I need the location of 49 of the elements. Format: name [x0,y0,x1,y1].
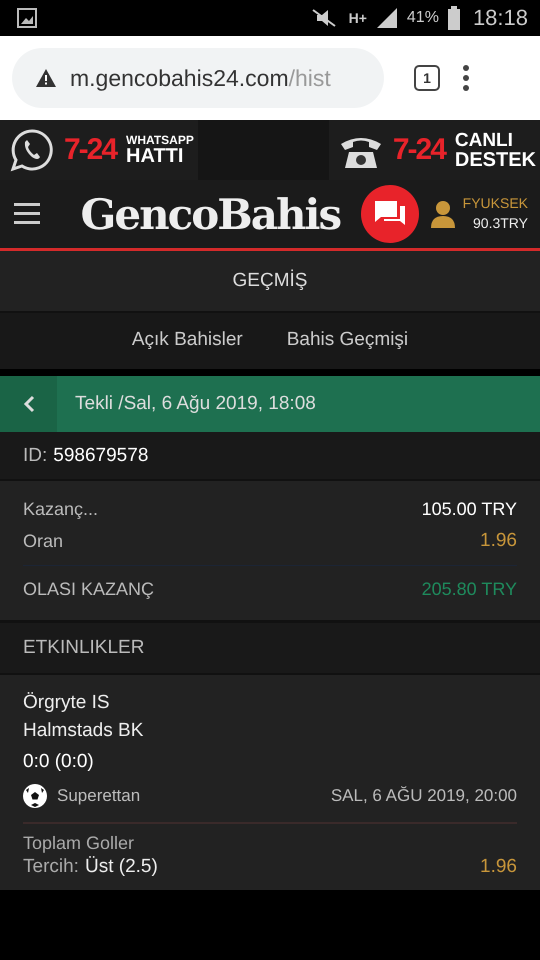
pick-label: Tercih: [23,856,79,878]
pick-value: Üst (2.5) [84,856,158,878]
tab[interactable]: Bahis Geçmişi [286,313,408,369]
promo-bottom-text: DESTEK [454,150,536,170]
more-menu-icon[interactable] [462,65,470,91]
summary-label: Oran [23,530,64,552]
market-name: Toplam Goller [23,832,136,855]
league-name: Superettan [57,786,140,806]
pick-odds: 1.96 [480,856,517,878]
network-type: H+ [348,10,367,26]
summary-label: OLASI KAZANÇ [23,578,154,600]
address-bar[interactable]: m.gencobahis24.com/hist [12,48,384,108]
chat-icon [374,201,405,227]
promo-number: 7-24 [392,133,445,167]
score: 0:0 (0:0) [23,750,95,774]
away-team: Halmstads BK [23,719,144,743]
section-title: ETKINLIKLER [0,623,540,675]
page-title: GEÇMİŞ [0,251,540,313]
soccer-ball-icon [23,784,47,808]
user-icon[interactable] [430,200,455,228]
url-host: m.gencobahis24.com [70,64,289,90]
summary-value: 1.96 [480,530,517,552]
battery-percent: 41% [406,9,439,27]
bet-id: 598679578 [53,444,148,466]
url-path: /hist [288,64,331,90]
summary-value: 105.00 TRY [422,498,517,520]
promo-bottom-text: HATTI [126,146,184,166]
site-logo[interactable]: GencoBahis [60,190,361,238]
chat-bubble-icon [10,128,54,172]
username: FYUKSEK [462,194,528,214]
chevron-left-icon [22,395,34,413]
signal-icon [374,6,399,30]
tab[interactable]: Açık Bahisler [132,313,243,369]
match-date: SAL, 6 AĞU 2019, 20:00 [330,786,517,806]
gallery-icon [16,7,38,29]
summary-value: 205.80 TRY [422,578,517,600]
promo-top-text: WHATSAPP [126,134,194,146]
battery-icon [446,6,461,30]
tab-count-button[interactable]: 1 [414,65,440,91]
home-team: Örgryte IS [23,691,111,715]
balance: 90.3TRY [473,214,528,233]
id-label: ID: [23,444,48,466]
promo-number: 7-24 [64,133,116,167]
promo-top-text: CANLI [454,130,514,150]
warning-icon [36,69,56,87]
menu-icon[interactable] [14,202,40,226]
summary-label: Kazanç... [23,498,98,520]
clock: 18:18 [472,5,528,31]
bet-title: Tekli /Sal, 6 Ağu 2019, 18:08 [75,393,316,415]
